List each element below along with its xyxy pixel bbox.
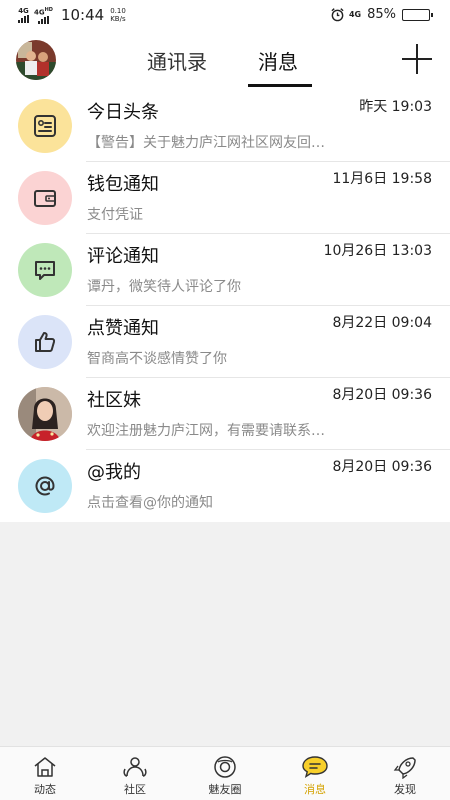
list-item-preview: 点击查看@你的通知 (87, 495, 213, 511)
list-item-title: 社区妹 (87, 390, 141, 411)
list-item-community-girl[interactable]: 社区妹 8月20日 09:36 欢迎注册魅力庐江网，有需要请联系… (0, 378, 450, 450)
list-item-preview: 支付凭证 (87, 207, 143, 223)
nav-label: 消息 (304, 783, 326, 796)
home-icon (34, 757, 56, 777)
network-speed: 0.10 KB/s (110, 7, 126, 24)
list-item-time: 8月22日 09:04 (332, 315, 432, 331)
list-item-time: 8月20日 09:36 (332, 459, 432, 475)
user-avatar[interactable] (16, 40, 56, 80)
list-item-title: @我的 (87, 462, 141, 483)
list-item-preview: 谭丹，微笑待人评论了你 (87, 279, 241, 295)
list-item-time: 昨天 19:03 (359, 99, 432, 115)
bottom-nav: 动态 社区 魅友圈 消息 发现 (0, 746, 450, 800)
at-icon (18, 459, 72, 513)
network-type: 4G (348, 10, 362, 19)
list-item-preview: 欢迎注册魅力庐江网，有需要请联系… (87, 423, 325, 439)
circle-icon (214, 756, 236, 778)
community-icon (123, 757, 147, 777)
list-item-title: 今日头条 (87, 102, 159, 123)
nav-label: 发现 (394, 783, 416, 796)
list-item-likes[interactable]: 点赞通知 8月22日 09:04 智商高不谈感情赞了你 (0, 306, 450, 378)
signal-icon: 4G (18, 7, 29, 24)
nav-item-messages[interactable]: 消息 (270, 747, 360, 800)
active-tab-indicator (248, 84, 312, 87)
nav-item-feed[interactable]: 动态 (0, 747, 90, 800)
alarm-icon (331, 8, 344, 22)
message-icon (302, 756, 328, 779)
wallet-icon (18, 171, 72, 225)
nav-label: 魅友圈 (208, 783, 242, 796)
list-item-title: 点赞通知 (87, 318, 159, 339)
status-bar: 4G 4GHD 10:44 0.10 KB/s 4G 85% (0, 0, 450, 34)
tab-messages[interactable]: 消息 (258, 46, 298, 75)
clock: 10:44 (60, 6, 105, 25)
tab-contacts[interactable]: 通讯录 (147, 46, 207, 75)
add-button[interactable] (402, 44, 432, 74)
list-item-preview: 【警告】关于魅力庐江网社区网友回… (87, 135, 325, 151)
battery-percent: 85% (367, 7, 396, 22)
list-item-time: 8月20日 09:36 (332, 387, 432, 403)
news-icon (18, 99, 72, 153)
list-item-time: 11月6日 19:58 (332, 171, 432, 187)
list-item-toutiao[interactable]: 今日头条 昨天 19:03 【警告】关于魅力庐江网社区网友回… (0, 90, 450, 162)
comment-icon (18, 243, 72, 297)
nav-item-community[interactable]: 社区 (90, 747, 180, 800)
nav-label: 动态 (34, 783, 56, 796)
list-item-mentions[interactable]: @我的 8月20日 09:36 点击查看@你的通知 (0, 450, 450, 522)
rocket-icon (393, 757, 416, 779)
list-item-title: 钱包通知 (87, 174, 159, 195)
battery-icon (402, 8, 433, 21)
avatar (18, 387, 72, 441)
top-header: 通讯录 消息 (0, 34, 450, 90)
nav-item-circle[interactable]: 魅友圈 (180, 747, 270, 800)
list-item-title: 评论通知 (87, 246, 159, 267)
nav-label: 社区 (124, 783, 146, 796)
list-item-preview: 智商高不谈感情赞了你 (87, 351, 227, 367)
message-list: 今日头条 昨天 19:03 【警告】关于魅力庐江网社区网友回… 钱包通知 11月… (0, 90, 450, 522)
thumbs-up-icon (18, 315, 72, 369)
list-item-time: 10月26日 13:03 (323, 243, 432, 259)
nav-item-discover[interactable]: 发现 (360, 747, 450, 800)
signal-icon: 4GHD (34, 6, 53, 25)
list-item-wallet[interactable]: 钱包通知 11月6日 19:58 支付凭证 (0, 162, 450, 234)
list-item-comment[interactable]: 评论通知 10月26日 13:03 谭丹，微笑待人评论了你 (0, 234, 450, 306)
